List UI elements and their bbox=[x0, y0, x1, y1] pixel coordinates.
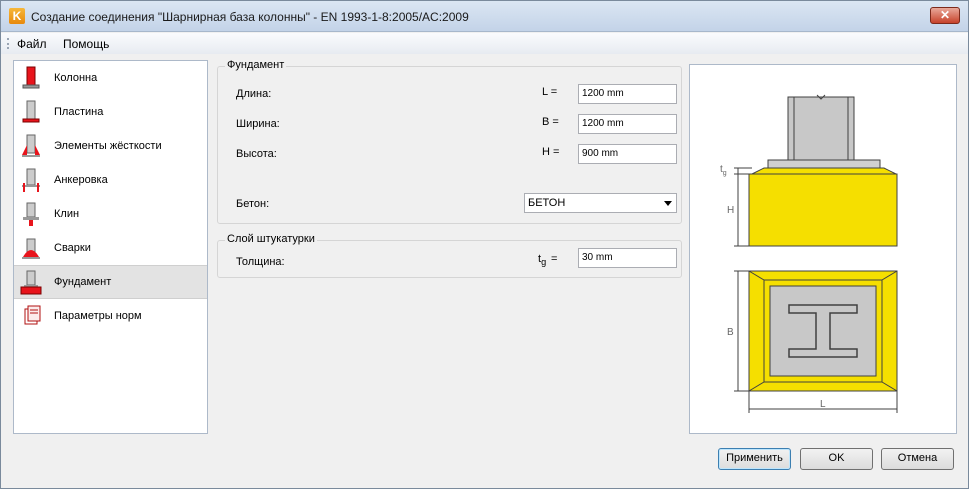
chevron-down-icon[interactable] bbox=[664, 201, 672, 206]
dialog-window: K Создание соединения "Шарнирная база ко… bbox=[0, 0, 969, 489]
length-symbol: L = bbox=[542, 86, 558, 98]
width-input[interactable]: 1200 mm bbox=[578, 114, 677, 134]
thickness-equals: = bbox=[551, 253, 558, 265]
nav-label-code-params: Параметры норм bbox=[54, 310, 142, 322]
tg-dim-label: tg bbox=[720, 164, 727, 177]
nav-label-shear-key: Клин bbox=[54, 208, 80, 220]
nav-label-foundation: Фундамент bbox=[54, 276, 112, 288]
nav-item-stiffeners[interactable]: Элементы жёсткости bbox=[14, 129, 207, 163]
nav-label-plate: Пластина bbox=[54, 106, 104, 118]
width-symbol: B = bbox=[542, 116, 559, 128]
nav-label-stiffeners: Элементы жёсткости bbox=[54, 140, 162, 152]
menu-bar: Файл Помощь bbox=[1, 33, 968, 54]
welds-icon bbox=[22, 238, 40, 259]
concrete-select[interactable]: БЕТОН bbox=[524, 193, 677, 213]
foundation-elevation bbox=[748, 173, 898, 247]
nav-label-column: Колонна bbox=[54, 72, 98, 84]
thickness-symbol-sub: g bbox=[541, 257, 547, 268]
height-input[interactable]: 900 mm bbox=[578, 144, 677, 164]
thickness-input[interactable]: 30 mm bbox=[578, 248, 677, 268]
app-icon: K bbox=[9, 8, 25, 24]
nav-label-welds: Сварки bbox=[54, 242, 91, 254]
close-button[interactable]: ✕ bbox=[930, 7, 960, 24]
anchorage-icon bbox=[22, 168, 40, 192]
title-bar[interactable]: K Создание соединения "Шарнирная база ко… bbox=[1, 1, 968, 32]
nav-item-column[interactable]: Колонна bbox=[14, 61, 207, 95]
concrete-select-value: БЕТОН bbox=[528, 197, 566, 209]
grout-group: Слой штукатурки Толщина: tg = 30 mm bbox=[217, 233, 682, 278]
column-icon bbox=[22, 66, 40, 89]
grout-elevation bbox=[751, 167, 897, 175]
foundation-drawing: tg H B L bbox=[720, 94, 898, 413]
stiffeners-icon bbox=[22, 134, 40, 157]
grout-group-title: Слой штукатурки bbox=[225, 233, 317, 245]
length-label: Длина: bbox=[236, 88, 272, 100]
l-dim-label: L bbox=[820, 399, 826, 410]
h-dim-label: H bbox=[727, 205, 734, 216]
height-symbol: H = bbox=[542, 146, 560, 158]
cancel-button[interactable]: Отмена bbox=[881, 448, 954, 470]
apply-button[interactable]: Применить bbox=[718, 448, 791, 470]
nav-item-foundation[interactable]: Фундамент bbox=[14, 265, 207, 299]
nav-item-plate[interactable]: Пластина bbox=[14, 95, 207, 129]
preview-panel: tg H B L bbox=[689, 64, 957, 434]
foundation-group-title: Фундамент bbox=[225, 59, 287, 71]
nav-item-welds[interactable]: Сварки bbox=[14, 231, 207, 265]
nav-label-anchorage: Анкеровка bbox=[54, 174, 108, 186]
width-label: Ширина: bbox=[236, 118, 280, 130]
window-title: Создание соединения "Шарнирная база коло… bbox=[31, 10, 469, 24]
foundation-group: Фундамент Длина: L = 1200 mm Ширина: B =… bbox=[217, 59, 682, 224]
column-elevation bbox=[787, 96, 855, 164]
length-input[interactable]: 1200 mm bbox=[578, 84, 677, 104]
menu-help[interactable]: Помощь bbox=[63, 37, 109, 51]
b-dim-label: B bbox=[727, 327, 734, 338]
nav-item-shear-key[interactable]: Клин bbox=[14, 197, 207, 231]
nav-item-anchorage[interactable]: Анкеровка bbox=[14, 163, 207, 197]
foundation-icon bbox=[20, 270, 42, 295]
plate-icon bbox=[22, 100, 40, 123]
height-label: Высота: bbox=[236, 148, 277, 160]
thickness-symbol: tg bbox=[538, 253, 546, 267]
base-plate-elevation bbox=[767, 159, 881, 169]
code-params-icon bbox=[24, 305, 41, 325]
ok-button[interactable]: OK bbox=[800, 448, 873, 470]
sidebar-nav: Колонна Пластина Элементы жёсткости Анке… bbox=[13, 60, 208, 434]
thickness-label: Толщина: bbox=[236, 256, 285, 268]
menu-grip-icon bbox=[7, 38, 9, 49]
shear-key-icon bbox=[23, 202, 39, 226]
tg-dim-sub: g bbox=[723, 170, 727, 177]
nav-item-code-params[interactable]: Параметры норм bbox=[14, 299, 207, 333]
concrete-label: Бетон: bbox=[236, 198, 270, 210]
menu-file[interactable]: Файл bbox=[17, 37, 47, 51]
